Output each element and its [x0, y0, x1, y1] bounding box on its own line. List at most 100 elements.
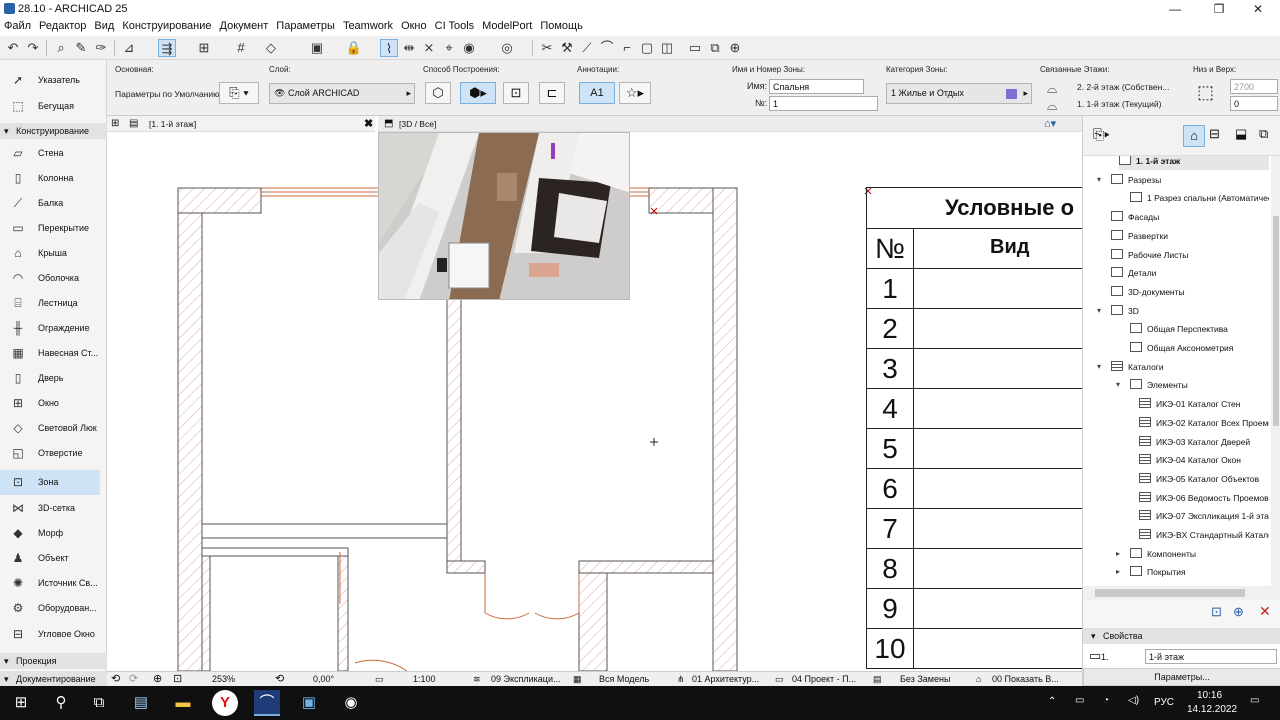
tool-zone[interactable]: ⊡ Зона	[0, 470, 100, 495]
expand-right-icon[interactable]: ▸	[1116, 549, 1120, 558]
tool-opening[interactable]: ◱ Отверстие	[0, 441, 100, 466]
navigator-item[interactable]: Компоненты	[1130, 545, 1196, 563]
navigator-item[interactable]: Покрытия	[1130, 563, 1186, 581]
split-icon[interactable]: ✂	[538, 39, 556, 57]
zoom-in-icon[interactable]: ⊕	[153, 672, 162, 685]
navigator-item[interactable]: ИКЭ-04 Каталог Окон	[1139, 451, 1241, 469]
magic-wand-icon[interactable]: ⌇	[380, 39, 398, 57]
guide-lines-icon[interactable]: ⊞	[195, 39, 213, 57]
network-icon[interactable]: ▭	[1075, 695, 1084, 706]
3d-preview-window[interactable]	[378, 132, 630, 300]
tool-stair[interactable]: ⌸ Лестница	[0, 291, 100, 316]
navigator-scrollbar[interactable]	[1271, 156, 1280, 586]
stack-icon[interactable]: ⧉	[706, 39, 724, 57]
view-map-icon[interactable]: ⊟	[1209, 126, 1220, 142]
grid-snap-icon[interactable]: #	[232, 39, 250, 57]
menu-file[interactable]: Файл	[0, 18, 35, 32]
navigator-item[interactable]: ИКЭ-05 Каталог Объектов	[1139, 470, 1259, 488]
linked-top[interactable]: 2. 2-й этаж (Собствен...	[1077, 82, 1169, 92]
tool-railing[interactable]: ╫ Ограждение	[0, 316, 100, 341]
navigator-item[interactable]: Общая Аксонометрия	[1130, 339, 1233, 357]
tab-list-icon[interactable]: ▤	[129, 118, 138, 129]
target-icon[interactable]: ◎	[498, 39, 516, 57]
elevation-icon[interactable]: ⨯	[420, 39, 438, 57]
method-rect-icon[interactable]: ⬢▸	[460, 82, 496, 104]
recorder-icon[interactable]: ◉	[338, 690, 364, 716]
bottom-value-field[interactable]: 0	[1230, 96, 1278, 111]
renovation-value[interactable]: 00 Показать В...	[992, 674, 1059, 684]
pen-set-value[interactable]: 01 Архитектур...	[692, 674, 759, 684]
menu-ci-tools[interactable]: CI Tools	[431, 18, 479, 32]
navigator-item[interactable]: ИКЭ-06 Ведомость Проемов	[1139, 489, 1269, 507]
top-value-field[interactable]: 2700	[1230, 79, 1278, 94]
layer-combo-value[interactable]: 09 Экспликаци...	[491, 674, 561, 684]
eye-icon[interactable]: ◉	[460, 39, 478, 57]
project-map-icon[interactable]: ⌂	[1183, 125, 1205, 147]
inject-icon[interactable]: ✑	[92, 39, 110, 57]
find-select-icon[interactable]: ⌕	[52, 39, 70, 57]
zone-name-field[interactable]: Спальня	[769, 79, 864, 94]
tool-roof[interactable]: ⌂ Крыша	[0, 241, 100, 266]
navigator-toggle-icon[interactable]: ⌂▾	[1044, 117, 1056, 130]
clock-date[interactable]: 14.12.2022	[1187, 704, 1237, 715]
tool-column[interactable]: ▯ Колонна	[0, 166, 100, 191]
globe-icon[interactable]: ⊕	[726, 39, 744, 57]
navigator-pin-icon[interactable]: ⎘▸	[1093, 126, 1110, 143]
new-folder-icon[interactable]: ⊕	[1233, 604, 1244, 620]
gravity-icon[interactable]: ⊿	[120, 39, 138, 57]
navigator-item[interactable]: ИКЭ-03 Каталог Дверей	[1139, 433, 1250, 451]
tool-object[interactable]: ♟ Объект	[0, 546, 100, 571]
adjust-icon[interactable]: ⚒	[558, 39, 576, 57]
property-name-field[interactable]: 1-й этаж	[1145, 649, 1277, 664]
layers-icon[interactable]: ▣	[308, 39, 326, 57]
tool-beam[interactable]: ⟋ Балка	[0, 191, 100, 216]
image-viewer-icon[interactable]: ▣	[296, 690, 322, 716]
volume-icon[interactable]: ◁)	[1128, 695, 1139, 706]
expand-down-icon[interactable]: ▾	[1097, 362, 1101, 371]
search-icon[interactable]: ⚲	[48, 690, 74, 716]
tool-lamp[interactable]: ✺ Источник Св...	[0, 571, 100, 596]
pick-up-icon[interactable]: ✎	[72, 39, 90, 57]
method-inner-icon[interactable]: ⊡	[503, 82, 529, 104]
clock-time[interactable]: 10:16	[1197, 690, 1222, 701]
undo-zoom-icon[interactable]: ⟲	[111, 672, 120, 685]
trim-icon[interactable]: ⌖	[440, 39, 458, 57]
layout-book-icon[interactable]: ⬓	[1235, 126, 1247, 142]
tool-morph[interactable]: ◆ Морф	[0, 521, 100, 546]
menu-options[interactable]: Параметры	[272, 18, 339, 32]
rotate-icon[interactable]: ⟲	[275, 672, 284, 685]
basic-value[interactable]: Параметры по Умолчанию	[115, 89, 220, 99]
tab-plan[interactable]: [1. 1-й этаж]	[149, 119, 196, 129]
section-design[interactable]: Конструирование	[0, 123, 107, 139]
gallery-icon[interactable]: ◫	[658, 39, 676, 57]
menu-modelport[interactable]: ModelPort	[478, 18, 536, 32]
star-icon[interactable]: ☆▸	[619, 82, 651, 104]
navigator-item[interactable]: Детали	[1111, 264, 1156, 282]
zone-category-dropdown[interactable]: 1 Жилье и Отдых ▸	[886, 83, 1032, 104]
navigator-hscroll[interactable]	[1083, 586, 1280, 600]
navigator-item[interactable]: ИКЭ-02 Каталог Всех Проемо	[1139, 414, 1269, 432]
navigator-item[interactable]: ИКЭ-01 Каталог Стен	[1139, 395, 1240, 413]
crop-icon[interactable]: ▢	[638, 39, 656, 57]
tool-door[interactable]: ▯ Дверь	[0, 366, 100, 391]
section-projection[interactable]: Проекция	[0, 653, 107, 669]
override-value[interactable]: Без Замены	[900, 674, 950, 684]
tool-shell[interactable]: ◠ Оболочка	[0, 266, 100, 291]
menu-document[interactable]: Документ	[216, 18, 273, 32]
publisher-icon[interactable]: ⧉	[1259, 126, 1268, 142]
delete-icon[interactable]: ✕	[1259, 603, 1271, 620]
zone-number-field[interactable]: 1	[769, 96, 878, 111]
trace-icon[interactable]: ⇶	[158, 39, 176, 57]
archicad-taskbar-icon[interactable]: ⌒	[254, 690, 280, 716]
menu-edit[interactable]: Редактор	[35, 18, 90, 32]
close-window-button[interactable]: ✕	[1243, 2, 1273, 16]
intersect-icon[interactable]: ⟋	[578, 39, 596, 57]
zoom-fit-icon[interactable]: ⊡	[173, 672, 182, 685]
layer-dropdown[interactable]: 👁 Слой ARCHICAD ▸	[269, 83, 415, 104]
tool-window[interactable]: ⊞ Окно	[0, 391, 100, 416]
publish-icon[interactable]: ▭	[686, 39, 704, 57]
navigator-item[interactable]: Рабочие Листы	[1111, 246, 1188, 264]
offset-icon[interactable]: ⌐	[618, 39, 636, 57]
task-view-icon[interactable]: ⧉	[86, 690, 112, 716]
annotation-stamp-button[interactable]: A1	[579, 82, 615, 104]
